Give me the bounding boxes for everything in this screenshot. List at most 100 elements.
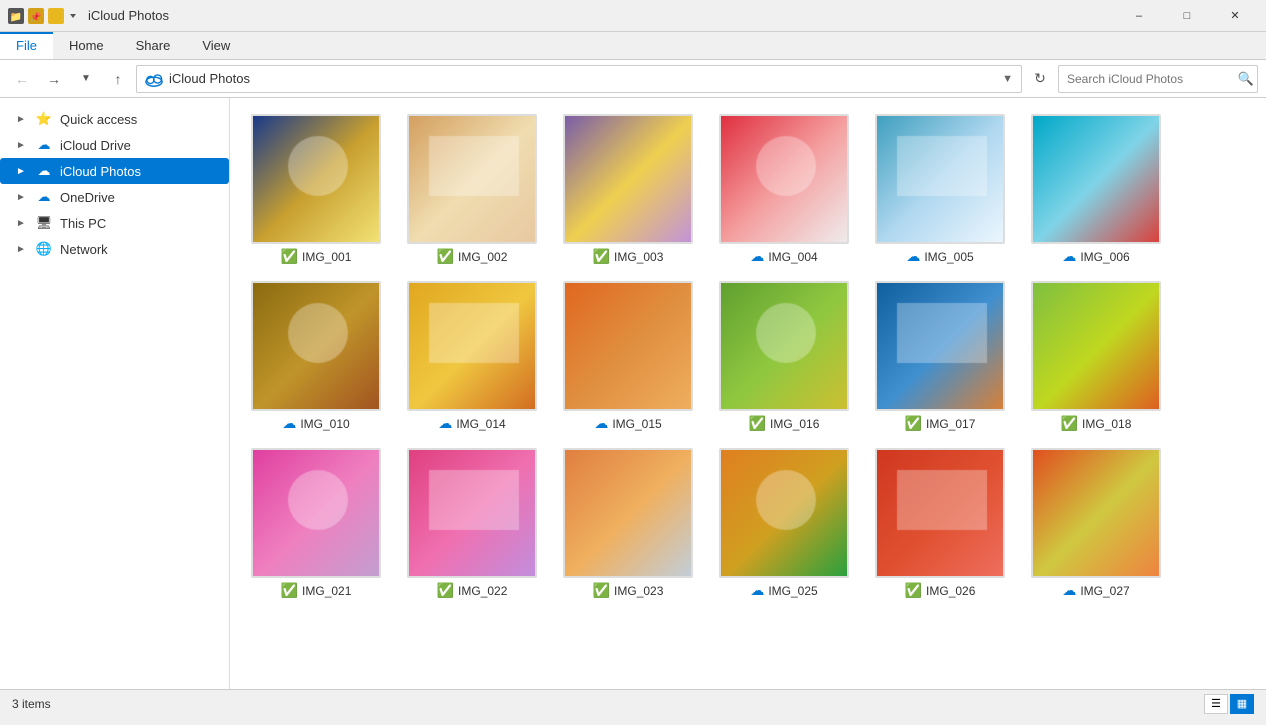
sidebar-item-quick-access[interactable]: ► ⭐ Quick access [0, 106, 229, 132]
synced-icon: ✅ [905, 415, 922, 432]
photo-item[interactable]: ✅IMG_023 [558, 448, 698, 599]
photo-thumbnail [563, 281, 693, 411]
photo-name: IMG_023 [614, 584, 663, 598]
icloud-photos-icon: ☁ [34, 163, 54, 179]
pin-icon: 📌 [28, 8, 44, 24]
address-text: iCloud Photos [169, 71, 992, 86]
svg-text:📌: 📌 [30, 11, 41, 22]
photo-thumbnail [875, 281, 1005, 411]
window-title: iCloud Photos [88, 8, 169, 23]
photo-thumbnail [1031, 281, 1161, 411]
synced-icon: ✅ [905, 582, 922, 599]
photo-label: ✅ IMG_021 [281, 582, 352, 599]
expand-arrow-icon: ► [16, 166, 28, 177]
photo-item[interactable]: ☁IMG_025 [714, 448, 854, 599]
recent-locations-button[interactable]: ▼ [72, 65, 100, 93]
photo-label: ✅IMG_003 [593, 248, 664, 265]
photo-name: IMG_026 [926, 584, 975, 598]
back-button[interactable]: ← [8, 65, 36, 93]
photo-name: IMG_027 [1080, 584, 1129, 598]
address-path[interactable]: iCloud Photos ▼ [136, 65, 1022, 93]
synced-icon: ✅ [281, 248, 298, 265]
synced-icon: ✅ [593, 248, 610, 265]
photo-label: ☁IMG_027 [1062, 582, 1129, 599]
photo-name: IMG_018 [1082, 417, 1131, 431]
search-input[interactable] [1058, 65, 1258, 93]
sidebar-item-icloud-drive[interactable]: ► ☁ iCloud Drive [0, 132, 229, 158]
expand-arrow-icon: ► [16, 114, 28, 125]
refresh-button[interactable]: ↻ [1026, 65, 1054, 93]
photo-name: IMG_010 [300, 417, 349, 431]
network-icon: 🌐 [34, 241, 54, 257]
sidebar: ► ⭐ Quick access ► ☁ iCloud Drive ► ☁ iC… [0, 98, 230, 689]
synced-icon: ✅ [437, 248, 454, 265]
photo-label: ✅IMG_023 [593, 582, 664, 599]
dropdown-arrow-icon[interactable] [68, 11, 78, 21]
minimize-button[interactable]: – [1116, 0, 1162, 32]
photo-thumbnail [407, 114, 537, 244]
photo-item[interactable]: ☁IMG_015 [558, 281, 698, 432]
sidebar-item-network[interactable]: ► 🌐 Network [0, 236, 229, 262]
photo-thumbnail [407, 281, 537, 411]
view-buttons: ☰ ▦ [1204, 694, 1254, 714]
cloud-icon: ☁ [1062, 248, 1076, 265]
details-view-button[interactable]: ☰ [1204, 694, 1228, 714]
photo-item[interactable]: ☁IMG_004 [714, 114, 854, 265]
synced-icon: ✅ [437, 582, 454, 599]
cloud-icon: ☁ [594, 415, 608, 432]
tab-share[interactable]: Share [120, 32, 187, 59]
photo-item[interactable]: ✅IMG_017 [870, 281, 1010, 432]
photo-item[interactable]: ✅ IMG_026 [870, 448, 1010, 599]
photo-item[interactable]: ☁IMG_014 [402, 281, 542, 432]
photo-item[interactable]: ☁IMG_010 [246, 281, 386, 432]
sidebar-label-icloud-photos: iCloud Photos [60, 164, 141, 179]
sidebar-item-this-pc[interactable]: ► 🖥 This PC [0, 210, 229, 236]
close-button[interactable]: ✕ [1212, 0, 1258, 32]
photo-label: ☁IMG_006 [1062, 248, 1129, 265]
photo-item[interactable]: ✅ IMG_001 [246, 114, 386, 265]
maximize-button[interactable]: □ [1164, 0, 1210, 32]
photo-label: ☁IMG_025 [750, 582, 817, 599]
large-icons-view-button[interactable]: ▦ [1230, 694, 1254, 714]
photo-label: ✅IMG_022 [437, 582, 508, 599]
tab-file[interactable]: File [0, 32, 53, 59]
photo-item[interactable]: ✅IMG_022 [402, 448, 542, 599]
address-bar: ← → ▼ ↑ iCloud Photos ▼ ↻ 🔍 [0, 60, 1266, 98]
photo-name: IMG_005 [924, 250, 973, 264]
photo-item[interactable]: ☁IMG_006 [1026, 114, 1166, 265]
sidebar-item-icloud-photos[interactable]: ► ☁ iCloud Photos [0, 158, 229, 184]
photo-item[interactable]: ✅IMG_003 [558, 114, 698, 265]
photo-item[interactable]: ✅IMG_018 [1026, 281, 1166, 432]
sidebar-item-onedrive[interactable]: ► ☁ OneDrive [0, 184, 229, 210]
photo-item[interactable]: ☁IMG_005 [870, 114, 1010, 265]
title-bar: 📁 📌 iCloud Photos – □ ✕ [0, 0, 1266, 32]
expand-arrow-icon: ► [16, 218, 28, 229]
photo-item[interactable]: ✅IMG_016 [714, 281, 854, 432]
photo-name: IMG_002 [458, 250, 507, 264]
cloud-icon: ☁ [750, 248, 764, 265]
sidebar-label-this-pc: This PC [60, 216, 106, 231]
photo-item[interactable]: ☁IMG_027 [1026, 448, 1166, 599]
photo-thumbnail [1031, 114, 1161, 244]
photo-thumbnail [1031, 448, 1161, 578]
photo-name: IMG_001 [302, 250, 351, 264]
photo-label: ☁IMG_004 [750, 248, 817, 265]
up-button[interactable]: ↑ [104, 65, 132, 93]
folder-icon [48, 8, 64, 24]
photo-thumbnail [563, 448, 693, 578]
photo-label: ✅IMG_018 [1061, 415, 1132, 432]
tab-home[interactable]: Home [53, 32, 120, 59]
address-chevron-icon: ▼ [1002, 73, 1013, 85]
photo-name: IMG_021 [302, 584, 351, 598]
forward-button[interactable]: → [40, 65, 68, 93]
photo-thumbnail [719, 114, 849, 244]
search-wrapper: 🔍 [1058, 65, 1258, 93]
photo-item[interactable]: ✅ IMG_021 [246, 448, 386, 599]
tab-view[interactable]: View [186, 32, 246, 59]
search-icon[interactable]: 🔍 [1238, 71, 1254, 87]
expand-arrow-icon: ► [16, 140, 28, 151]
photo-thumbnail [875, 448, 1005, 578]
synced-icon: ✅ [281, 582, 298, 599]
expand-arrow-icon: ► [16, 244, 28, 255]
photo-item[interactable]: ✅ IMG_002 [402, 114, 542, 265]
